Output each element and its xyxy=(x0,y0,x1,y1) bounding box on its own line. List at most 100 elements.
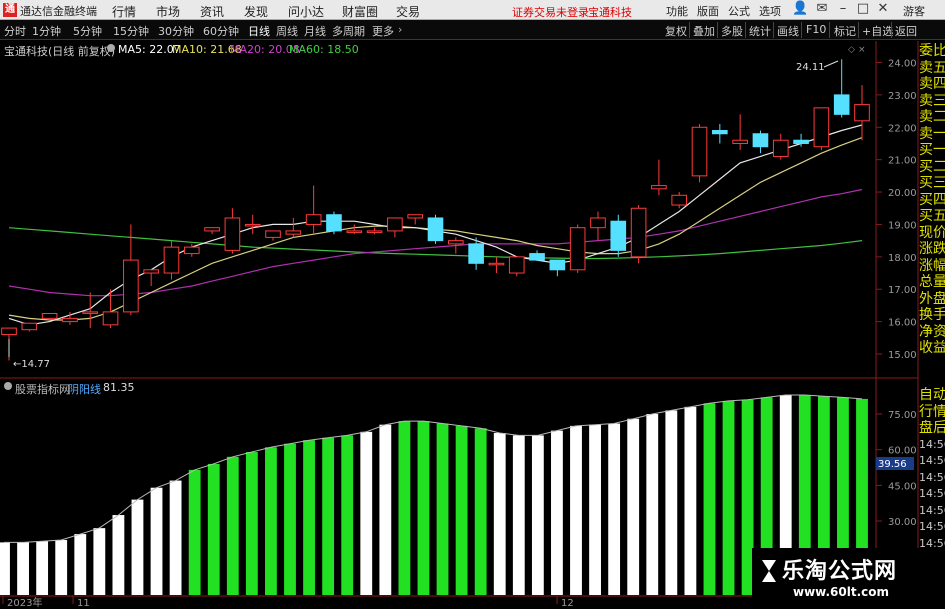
indicator-bar xyxy=(417,421,430,595)
price-tick-label: 16.00 xyxy=(888,318,917,329)
candle-body-up xyxy=(163,246,180,274)
candle-body-up xyxy=(366,230,383,233)
indicator-bar xyxy=(455,425,468,595)
candle-body-up xyxy=(143,269,159,274)
indicator-bar xyxy=(398,421,411,595)
indicator-bar xyxy=(93,528,106,595)
indicator-bar xyxy=(17,542,29,595)
indicator-bar xyxy=(265,447,277,595)
candle-body-down xyxy=(529,253,545,261)
tick-time: 14:56 xyxy=(919,503,945,517)
date-tick-label: 2023年 xyxy=(7,596,42,609)
indicator-bar xyxy=(55,540,68,595)
indicator-bar xyxy=(531,435,544,595)
candle-body-down xyxy=(712,130,728,135)
candle-body-up xyxy=(813,107,830,148)
candle-body-up xyxy=(265,230,281,238)
indicator-tick-label: 30.00 xyxy=(888,517,917,528)
quote-panel-label: 卖三 xyxy=(919,92,945,109)
quote-panel-label: 外盘 xyxy=(919,290,945,307)
candle-body-up xyxy=(204,227,220,232)
candle-body-down xyxy=(326,214,342,232)
indicator-bar xyxy=(284,443,296,595)
indicator-bar xyxy=(493,433,506,595)
indicator-bar xyxy=(474,428,487,595)
chart-close-icon[interactable]: × xyxy=(858,45,866,55)
candle-body-down xyxy=(833,94,850,115)
high-pointer xyxy=(823,60,839,68)
candle-body-up xyxy=(102,311,119,326)
candle-body-up xyxy=(123,259,139,313)
tick-panel-label: 行情 xyxy=(919,403,945,420)
candle-body-up xyxy=(407,214,424,219)
indicator-bar xyxy=(112,515,125,595)
price-tick-label: 20.00 xyxy=(888,188,917,199)
indicator-bar xyxy=(131,499,144,595)
indicator-bar xyxy=(551,430,563,595)
quote-panel-label: 现价 xyxy=(919,224,945,241)
candle-body-up xyxy=(387,217,403,232)
candle-body-up xyxy=(41,313,58,319)
candle-body-up xyxy=(1,327,17,336)
candle-body-up xyxy=(488,262,505,266)
candle-body-down xyxy=(610,220,627,251)
candle-body-up xyxy=(772,139,789,157)
indicator-tick-label: 45.00 xyxy=(888,481,917,492)
candle-body-up xyxy=(651,185,667,190)
quote-panel-label: 换手 xyxy=(919,307,945,323)
quote-panel-label: 卖二 xyxy=(919,109,945,125)
candle-body-up xyxy=(630,207,647,258)
indicator-bar xyxy=(379,424,392,595)
indicator-bar xyxy=(150,487,163,595)
low-price-label: ←14.77 xyxy=(13,359,50,370)
candle-body-up xyxy=(569,227,586,271)
quote-panel-label: 委比 xyxy=(919,43,945,59)
kline-chart[interactable]: 24.00 23.00 22.00 21.00 20.00 19.00 18.00 17.00… xyxy=(0,0,945,609)
indicator-bar xyxy=(512,435,525,595)
indicator-bar xyxy=(360,431,373,595)
tick-time: 14:56 xyxy=(919,454,945,467)
quote-panel-label: 买三 xyxy=(919,175,945,191)
chart-diamond-icon[interactable]: ◇ xyxy=(848,45,855,55)
indicator-bar xyxy=(684,406,697,595)
quote-panel-label: 收益 xyxy=(919,340,945,356)
candle-body-up xyxy=(244,223,261,227)
watermark-url: www.60lt.com xyxy=(793,585,890,599)
price-tick-label: 19.00 xyxy=(888,220,917,231)
indicator-bar xyxy=(703,403,716,595)
candle-body-up xyxy=(82,311,99,314)
indicator-bar xyxy=(436,423,449,595)
quote-panel-label: 卖一 xyxy=(919,125,945,142)
date-tick-label: 12 xyxy=(561,598,574,609)
indicator-bar xyxy=(608,423,621,595)
candle-body-up xyxy=(508,256,525,274)
watermark-logo-icon xyxy=(762,560,776,582)
indicator-bar xyxy=(665,410,678,595)
candle-body-up xyxy=(346,230,363,233)
candle-body-down xyxy=(752,133,769,148)
price-tick-label: 18.00 xyxy=(888,253,917,264)
indicator-bar xyxy=(0,542,10,595)
indicator-bar xyxy=(74,534,87,595)
price-tick-label: 21.00 xyxy=(888,156,917,167)
date-tick-label: 11 xyxy=(77,598,90,609)
price-tick-label: 17.00 xyxy=(888,285,917,296)
indicator-current-value: 39.56 xyxy=(878,459,907,470)
indicator-bar xyxy=(226,456,239,595)
indicator-bar xyxy=(245,452,258,595)
tick-time: 14:56 xyxy=(919,437,945,451)
high-price-label: 24.11 xyxy=(796,62,825,73)
candle-body-up xyxy=(732,139,748,144)
quote-panel-label: 净资 xyxy=(919,323,945,340)
candle-body-up xyxy=(305,214,322,225)
candle-body-up xyxy=(62,317,78,323)
quote-panel-label: 买二 xyxy=(919,158,945,175)
tick-time: 14:56 xyxy=(919,487,945,500)
quote-panel-label: 涨跌 xyxy=(919,241,945,257)
candle-body-up xyxy=(224,217,241,251)
quote-panel-label: 涨幅 xyxy=(919,257,945,274)
indicator-bar xyxy=(646,414,659,595)
indicator-bar xyxy=(341,435,354,595)
candle-body-up xyxy=(671,194,688,206)
indicator-bar xyxy=(570,425,582,595)
